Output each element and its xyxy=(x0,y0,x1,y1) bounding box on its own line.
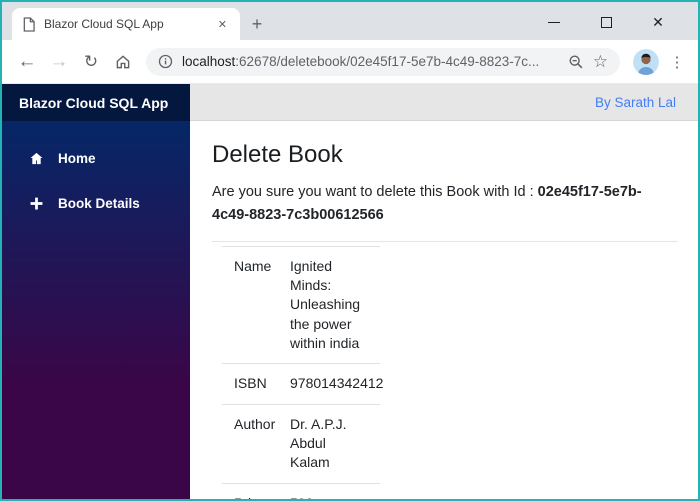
table-row: Author Dr. A.P.J. Abdul Kalam xyxy=(222,403,380,484)
url-host: localhost xyxy=(182,54,236,69)
sidebar-item-label: Book Details xyxy=(58,196,140,211)
sidebar-item-book-details[interactable]: Book Details xyxy=(2,186,190,221)
tab-title: Blazor Cloud SQL App xyxy=(44,17,164,31)
sidebar-item-label: Home xyxy=(58,151,96,166)
field-value: 978014342412 xyxy=(278,363,383,405)
profile-avatar[interactable] xyxy=(633,48,659,75)
home-nav-icon xyxy=(29,151,44,166)
field-label: Price xyxy=(222,482,278,499)
sidebar-item-home[interactable]: Home xyxy=(2,141,190,176)
back-icon[interactable]: ← xyxy=(12,47,42,77)
field-label: ISBN xyxy=(222,363,278,405)
browser-window: Blazor Cloud SQL App ✕ + ✕ ← → ↻ localho… xyxy=(0,0,700,501)
confirmation-text: Are you sure you want to delete this Boo… xyxy=(212,181,678,227)
browser-tab[interactable]: Blazor Cloud SQL App ✕ xyxy=(12,8,240,40)
book-details-table: Name Ignited Minds: Unleashing the power… xyxy=(222,245,383,499)
site-info-icon[interactable] xyxy=(158,54,173,69)
field-value: Ignited Minds: Unleashing the power with… xyxy=(278,245,380,364)
field-label: Author xyxy=(222,403,278,484)
close-window-button[interactable]: ✕ xyxy=(632,4,684,40)
minimize-button[interactable] xyxy=(528,4,580,40)
url-path: :62678/deletebook/02e45f17-5e7b-4c49-882… xyxy=(235,54,540,69)
minimize-icon xyxy=(548,21,560,23)
plus-nav-icon xyxy=(29,196,44,211)
top-bar-right: By Sarath Lal xyxy=(190,84,698,121)
table-row: Name Ignited Minds: Unleashing the power… xyxy=(222,245,380,364)
home-icon[interactable] xyxy=(108,47,138,77)
bookmark-star-icon[interactable]: ☆ xyxy=(593,52,608,72)
new-tab-button[interactable]: + xyxy=(240,8,274,40)
zoom-out-icon[interactable] xyxy=(568,54,584,70)
table-row: Price 500 xyxy=(222,482,380,499)
maximize-button[interactable] xyxy=(580,4,632,40)
browser-toolbar: ← → ↻ localhost:62678/deletebook/02e45f1… xyxy=(2,40,698,84)
app-brand[interactable]: Blazor Cloud SQL App xyxy=(2,84,190,121)
field-value: 500 xyxy=(278,482,380,499)
page-title: Delete Book xyxy=(212,141,343,168)
author-link[interactable]: By Sarath Lal xyxy=(595,95,676,110)
url-text[interactable]: localhost:62678/deletebook/02e45f17-5e7b… xyxy=(182,54,559,69)
maximize-icon xyxy=(600,16,612,28)
app-top-bar: Blazor Cloud SQL App By Sarath Lal xyxy=(2,84,698,121)
reload-icon[interactable]: ↻ xyxy=(76,47,106,77)
main-content: Delete Book Are you sure you want to del… xyxy=(190,121,698,499)
tab-close-icon[interactable]: ✕ xyxy=(213,16,232,33)
sidebar: Home Book Details xyxy=(2,121,190,499)
divider xyxy=(212,240,678,242)
window-controls: ✕ xyxy=(528,4,698,40)
forward-icon[interactable]: → xyxy=(44,47,74,77)
field-label: Name xyxy=(222,245,278,364)
address-bar[interactable]: localhost:62678/deletebook/02e45f17-5e7b… xyxy=(146,47,620,76)
field-value: Dr. A.P.J. Abdul Kalam xyxy=(278,403,380,484)
confirm-prefix: Are you sure you want to delete this Boo… xyxy=(212,184,538,200)
table-row: ISBN 978014342412 xyxy=(222,363,383,405)
page-favicon-icon xyxy=(22,16,35,32)
tab-strip: Blazor Cloud SQL App ✕ + ✕ xyxy=(2,2,698,40)
browser-menu-icon[interactable]: ⋮ xyxy=(666,53,688,71)
app-body: Home Book Details Delete Book Are you su… xyxy=(2,121,698,499)
